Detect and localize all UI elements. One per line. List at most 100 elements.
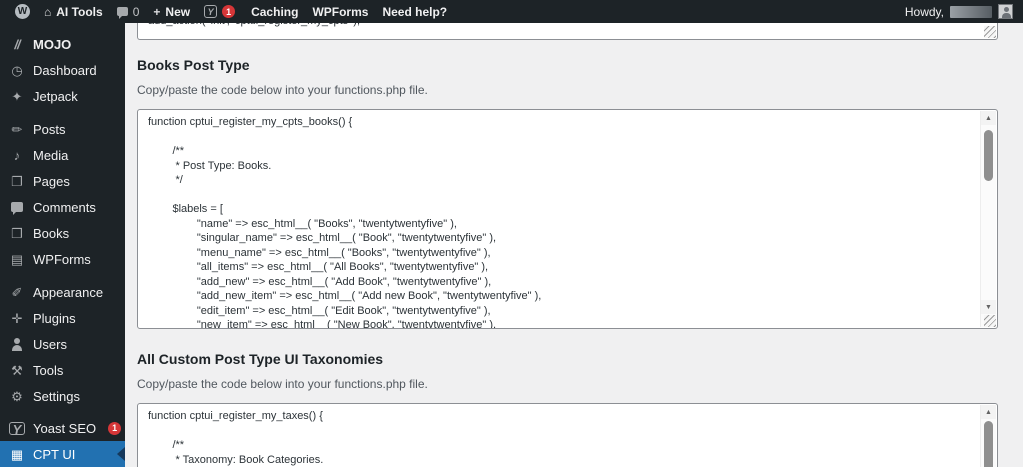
sidebar-item-label: MOJO [33, 36, 72, 52]
plus-icon: + [153, 4, 161, 19]
triangle-up-icon: ▲ [985, 114, 992, 122]
sidebar-item-label: Yoast SEO [33, 420, 97, 436]
dashboard-icon: ◷ [11, 62, 23, 78]
sidebar-item-posts[interactable]: ✏ Posts [0, 116, 125, 142]
comments-icon [9, 202, 25, 215]
pages-icon: ❐ [11, 173, 23, 189]
sidebar-item-label: Jetpack [33, 88, 78, 104]
books-code: function cptui_register_my_cpts_books() … [148, 116, 542, 328]
sidebar-item-label: WPForms [33, 251, 91, 267]
mojo-icon: // [14, 36, 20, 52]
yoast-icon: Y [204, 5, 218, 18]
need-help-menu[interactable]: Need help? [375, 0, 454, 23]
taxonomies-code-textarea[interactable]: function cptui_register_my_taxes() { /**… [137, 403, 998, 467]
sidebar-item-label: Pages [33, 173, 70, 189]
book-icon: ❒ [11, 225, 23, 241]
sidebar-item-label: Users [33, 336, 67, 352]
sidebar-item-label: Media [33, 147, 69, 163]
sidebar-separator [0, 272, 125, 279]
plugin-icon: ✛ [11, 310, 23, 326]
yoast-icon: Y [9, 421, 25, 436]
yoast-seo-menu[interactable]: Y 1 [197, 0, 242, 23]
sidebar-item-books[interactable]: ❒ Books [0, 220, 125, 246]
scroll-up-button[interactable]: ▲ [981, 405, 996, 419]
copy-paste-instruction: Copy/paste the code below into your func… [137, 377, 428, 391]
scrollbar[interactable]: ▲ ▼ [980, 111, 996, 327]
sidebar-item-label: Dashboard [33, 62, 97, 78]
resize-grip-icon[interactable] [984, 26, 996, 38]
grid-icon: ▦ [10, 446, 24, 462]
user-display-name [950, 5, 992, 18]
taxonomies-code: function cptui_register_my_taxes() { /**… [148, 410, 324, 466]
section-heading-taxonomies: All Custom Post Type UI Taxonomies [137, 351, 384, 367]
sidebar-item-jetpack[interactable]: ✦ Jetpack [0, 83, 125, 109]
scroll-up-button[interactable]: ▲ [981, 111, 996, 125]
jetpack-icon: ✦ [11, 88, 23, 104]
sidebar-item-label: Plugins [33, 310, 76, 326]
sidebar-item-settings[interactable]: ⚙ Settings [0, 383, 125, 409]
comments-menu[interactable]: 0 [110, 0, 147, 23]
howdy-label: Howdy, [904, 4, 944, 19]
sidebar-item-users[interactable]: Users [0, 331, 125, 357]
admin-sidebar: // MOJO ◷ Dashboard ✦ Jetpack ✏ Posts ♪ … [0, 23, 125, 467]
current-menu-arrow [117, 447, 125, 461]
sidebar-item-pages[interactable]: ❐ Pages [0, 168, 125, 194]
sidebar-item-tools[interactable]: ⚒ Tools [0, 357, 125, 383]
comment-bubble-icon [116, 7, 128, 19]
new-label: New [165, 4, 191, 19]
sidebar-separator [0, 109, 125, 116]
scroll-down-button[interactable]: ▼ [981, 300, 996, 314]
user-icon [9, 337, 25, 351]
wpforms-icon: ▤ [10, 251, 24, 267]
site-name-label: AI Tools [56, 4, 103, 19]
sidebar-item-mojo[interactable]: // MOJO [0, 31, 125, 57]
user-avatar[interactable] [998, 4, 1013, 19]
media-icon: ♪ [13, 147, 21, 163]
sidebar-item-dashboard[interactable]: ◷ Dashboard [0, 57, 125, 83]
sidebar-item-label: CPT UI [33, 446, 76, 462]
yoast-notification-badge: 1 [222, 5, 236, 18]
copy-paste-instruction: Copy/paste the code below into your func… [137, 83, 428, 97]
sidebar-item-wpforms[interactable]: ▤ WPForms [0, 246, 125, 272]
main-content: add_action( 'init', 'cptui_register_my_c… [125, 23, 1023, 467]
sidebar-item-label: Books [33, 225, 70, 241]
site-name-menu[interactable]: ⌂ AI Tools [37, 0, 110, 23]
scrollbar-thumb[interactable] [984, 130, 993, 181]
sidebar-item-appearance[interactable]: ✐ Appearance [0, 279, 125, 305]
section-heading-books-post-type: Books Post Type [137, 57, 250, 73]
sidebar-item-plugins[interactable]: ✛ Plugins [0, 305, 125, 331]
sidebar-item-label: Settings [33, 388, 80, 404]
sidebar-item-label: Appearance [33, 284, 104, 300]
sidebar-item-label: Tools [33, 362, 64, 378]
home-icon: ⌂ [44, 4, 52, 19]
settings-icon: ⚙ [11, 388, 23, 404]
new-content-menu[interactable]: + New [146, 0, 197, 23]
sidebar-item-cpt-ui[interactable]: ▦ CPT UI [0, 441, 125, 467]
caching-menu[interactable]: Caching [244, 0, 305, 23]
caching-label: Caching [251, 4, 299, 19]
triangle-down-icon: ▼ [985, 303, 992, 311]
scrollbar-thumb[interactable] [984, 421, 993, 467]
yoast-notification-badge: 1 [108, 421, 122, 435]
post-types-code-textarea[interactable]: add_action( 'init', 'cptui_register_my_c… [137, 23, 998, 40]
sidebar-item-yoast-seo[interactable]: Y Yoast SEO 1 [0, 415, 125, 441]
triangle-up-icon: ▲ [985, 408, 992, 416]
sidebar-item-media[interactable]: ♪ Media [0, 142, 125, 168]
books-code-textarea[interactable]: function cptui_register_my_cpts_books() … [137, 109, 998, 329]
wpforms-menu[interactable]: WPForms [305, 0, 375, 23]
wpforms-label: WPForms [312, 4, 369, 19]
pushpin-icon: ✏ [11, 121, 23, 137]
sidebar-item-comments[interactable]: Comments [0, 194, 125, 220]
clipped-code-line: add_action( 'init', 'cptui_register_my_c… [138, 23, 370, 30]
wrench-icon: ⚒ [11, 362, 23, 378]
scrollbar[interactable]: ▲ [980, 405, 996, 467]
wordpress-logo-icon: W [15, 4, 30, 19]
sidebar-item-label: Posts [33, 121, 66, 137]
need-help-label: Need help? [382, 4, 448, 19]
admin-bar: W ⌂ AI Tools 0 + New Y 1 Caching WPForms… [0, 0, 1023, 23]
comment-count: 0 [132, 4, 140, 19]
resize-grip-icon[interactable] [984, 315, 996, 327]
wp-logo-menu[interactable]: W [8, 0, 37, 23]
sidebar-item-label: Comments [33, 199, 96, 215]
brush-icon: ✐ [11, 284, 23, 300]
